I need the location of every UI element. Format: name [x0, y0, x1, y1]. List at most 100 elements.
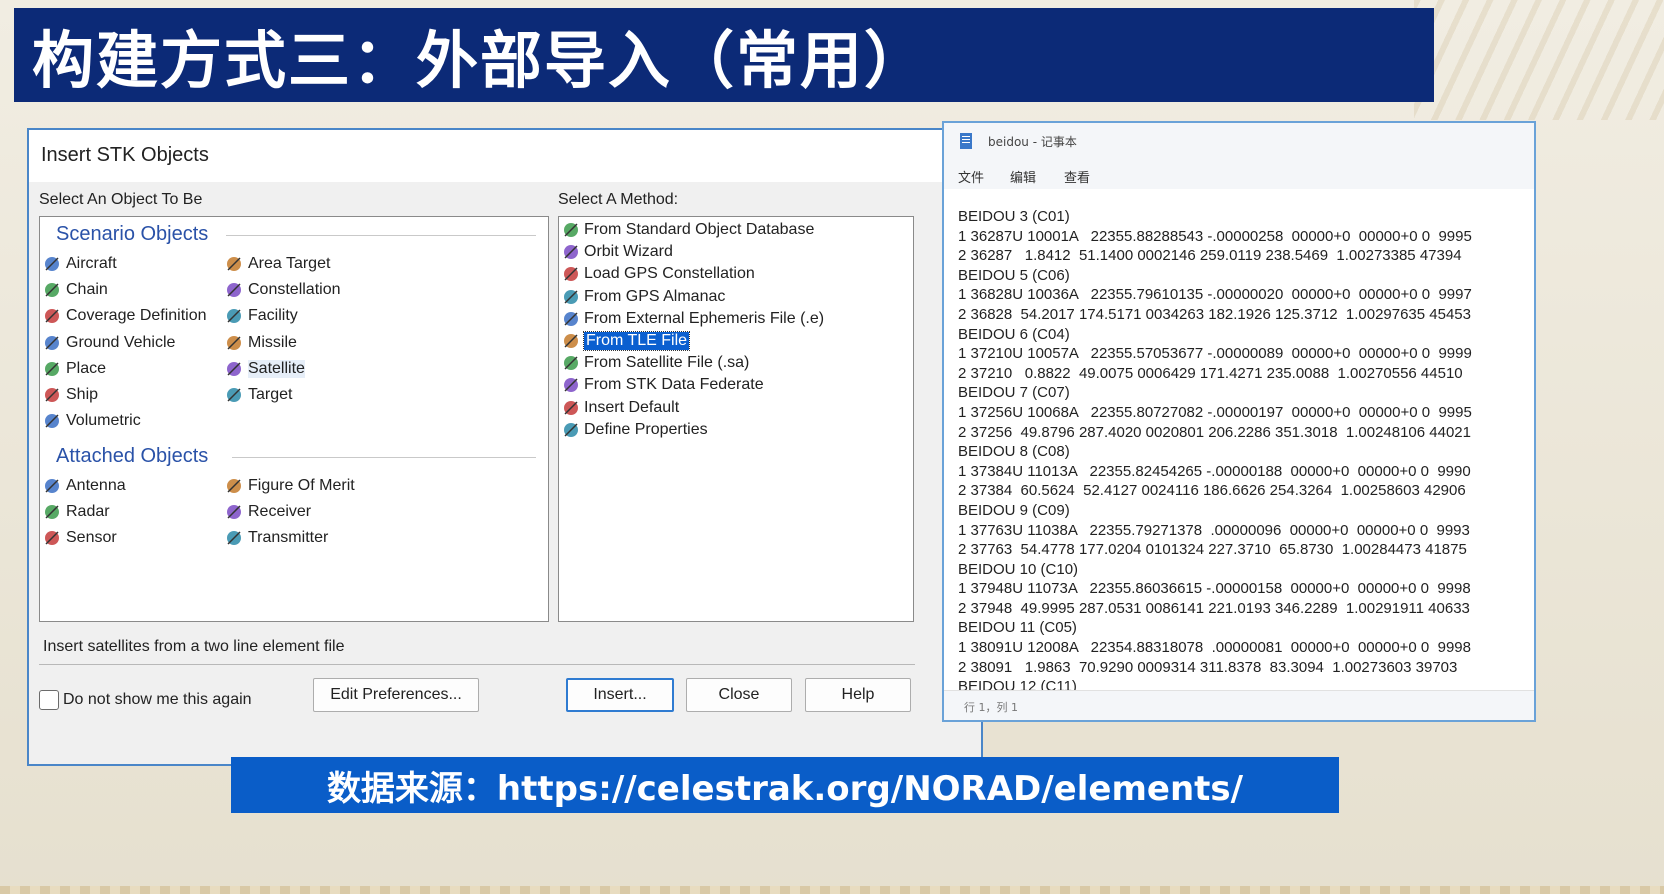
satellite-file-icon: [564, 356, 578, 371]
text-line: 2 36287 1.8412 51.1400 0002146 259.0119 …: [958, 247, 1462, 265]
insert-button[interactable]: Insert...: [566, 678, 674, 712]
object-item-label: Facility: [248, 307, 298, 325]
method-item-load-gps-constellation[interactable]: Load GPS Constellation: [561, 263, 755, 285]
antenna-icon: [45, 479, 59, 493]
object-item-figure-of-merit[interactable]: Figure Of Merit: [224, 473, 355, 499]
decorative-corner: [1414, 0, 1664, 120]
divider: [39, 664, 915, 665]
object-item-transmitter[interactable]: Transmitter: [224, 525, 328, 551]
text-line: 2 36828 54.2017 174.5171 0034263 182.192…: [958, 305, 1471, 323]
method-item-label: From External Ephemeris File (.e): [584, 309, 825, 327]
help-button[interactable]: Help: [805, 678, 911, 712]
text-line: 1 37948U 11073A 22355.86036615 -.0000015…: [958, 580, 1471, 598]
method-item-label: From Standard Object Database: [584, 221, 815, 238]
object-item-ground-vehicle[interactable]: Ground Vehicle: [42, 330, 175, 356]
object-item-label: Missile: [248, 333, 297, 351]
text-line: 2 37256 49.8796 287.4020 0020801 206.228…: [958, 423, 1471, 441]
text-line: 1 36828U 10036A 22355.79610135 -.0000002…: [958, 286, 1472, 304]
object-item-coverage-definition[interactable]: Coverage Definition: [42, 303, 207, 329]
ground-vehicle-icon: [45, 335, 59, 350]
facility-icon: [227, 309, 241, 324]
satellite-icon: [227, 361, 241, 376]
method-item-from-tle-file[interactable]: From TLE File: [561, 330, 691, 352]
object-item-sensor[interactable]: Sensor: [42, 525, 117, 551]
object-item-label: Target: [248, 386, 293, 403]
text-line: BEIDOU 6 (C04): [958, 325, 1070, 343]
radar-icon: [45, 505, 59, 520]
edit-preferences-button[interactable]: Edit Preferences...: [313, 678, 479, 712]
gps-almanac-icon: [564, 289, 578, 304]
object-item-label: Place: [66, 359, 107, 377]
receiver-icon: [227, 505, 241, 520]
coverage-definition-icon: [45, 309, 59, 324]
gps-constellation-icon: [564, 267, 578, 282]
object-item-label: Transmitter: [248, 529, 329, 547]
method-item-define-properties[interactable]: Define Properties: [561, 419, 708, 441]
object-item-label: Aircraft: [66, 255, 117, 272]
object-item-label: Satellite: [248, 359, 305, 378]
object-item-satellite[interactable]: Satellite: [224, 356, 305, 382]
description-text: Insert satellites from a two line elemen…: [43, 638, 345, 655]
dialog-titlebar: Insert STK Objects ✕: [29, 130, 981, 182]
method-item-label: Load GPS Constellation: [584, 265, 755, 283]
dont-show-again-checkbox[interactable]: [39, 690, 59, 710]
method-list[interactable]: From Standard Object Database Orbit Wizar…: [558, 216, 914, 622]
object-item-place[interactable]: Place: [42, 356, 106, 382]
constellation-icon: [227, 283, 241, 298]
method-item-label: From STK Data Federate: [584, 376, 764, 394]
object-item-receiver[interactable]: Receiver: [224, 499, 311, 525]
object-item-antenna[interactable]: Antenna: [42, 473, 126, 499]
text-line: 2 38091 1.9863 70.9290 0009314 311.8378 …: [958, 658, 1458, 676]
object-type-list[interactable]: Scenario Objects Aircraft Area Target Chai…: [39, 216, 549, 622]
notepad-statusbar: 行 1，列 1: [944, 690, 1534, 720]
sensor-icon: [45, 531, 59, 546]
notepad-icon: [960, 133, 972, 149]
text-line: BEIDOU 11 (C05): [958, 619, 1077, 637]
chain-icon: [45, 283, 59, 298]
text-line: 2 37384 60.5624 52.4127 0024116 186.6626…: [958, 482, 1466, 500]
tle-file-icon: [564, 334, 578, 348]
object-item-target[interactable]: Target: [224, 382, 292, 408]
method-item-orbit-wizard[interactable]: Orbit Wizard: [561, 241, 673, 263]
object-item-aircraft[interactable]: Aircraft: [42, 251, 117, 277]
text-line: 1 37763U 11038A 22355.79271378 .00000096…: [958, 521, 1470, 539]
object-item-label: Ground Vehicle: [66, 333, 176, 351]
object-item-label: Figure Of Merit: [248, 477, 355, 494]
method-item-from-gps-almanac[interactable]: From GPS Almanac: [561, 286, 725, 308]
object-item-chain[interactable]: Chain: [42, 277, 108, 303]
object-item-area-target[interactable]: Area Target: [224, 251, 330, 277]
orbit-wizard-icon: [564, 245, 578, 260]
object-item-label: Volumetric: [66, 412, 141, 430]
notepad-text-area[interactable]: BEIDOU 3 (C01) 1 36287U 10001A 22355.8828…: [958, 207, 1528, 691]
volumetric-icon: [45, 414, 59, 429]
menu-view[interactable]: 查看: [1064, 167, 1090, 186]
notepad-title: beidou - 记事本: [988, 135, 1077, 149]
object-item-constellation[interactable]: Constellation: [224, 277, 341, 303]
text-line: BEIDOU 3 (C01): [958, 208, 1070, 225]
object-item-label: Sensor: [66, 529, 117, 547]
method-item-from-satellite-file-sa[interactable]: From Satellite File (.sa): [561, 352, 749, 374]
method-item-from-standard-object-database[interactable]: From Standard Object Database: [561, 219, 814, 241]
object-item-ship[interactable]: Ship: [42, 382, 98, 408]
notepad-titlebar: beidou - 记事本: [944, 123, 1534, 159]
menu-edit[interactable]: 编辑: [1010, 167, 1036, 186]
method-item-label: From GPS Almanac: [584, 287, 726, 305]
text-line: BEIDOU 8 (C08): [958, 443, 1070, 461]
title-banner: 构建方式三：外部导入（常用）: [14, 8, 1434, 102]
define-properties-icon: [564, 422, 578, 437]
scenario-objects-heading: Scenario Objects: [56, 223, 209, 245]
menu-file[interactable]: 文件: [958, 167, 984, 186]
method-item-insert-default[interactable]: Insert Default: [561, 397, 679, 419]
decorative-bottom-strip: [0, 886, 1664, 894]
object-item-volumetric[interactable]: Volumetric: [42, 408, 141, 434]
object-item-facility[interactable]: Facility: [224, 303, 298, 329]
close-button[interactable]: Close: [686, 678, 792, 712]
method-item-from-external-ephemeris-file-e[interactable]: From External Ephemeris File (.e): [561, 308, 824, 330]
object-item-missile[interactable]: Missile: [224, 330, 297, 356]
text-line: BEIDOU 9 (C09): [958, 501, 1070, 519]
object-item-radar[interactable]: Radar: [42, 499, 110, 525]
method-item-from-stk-data-federate[interactable]: From STK Data Federate: [561, 374, 764, 396]
area-target-icon: [227, 257, 241, 271]
target-icon: [227, 388, 241, 402]
object-item-label: Chain: [66, 281, 108, 299]
